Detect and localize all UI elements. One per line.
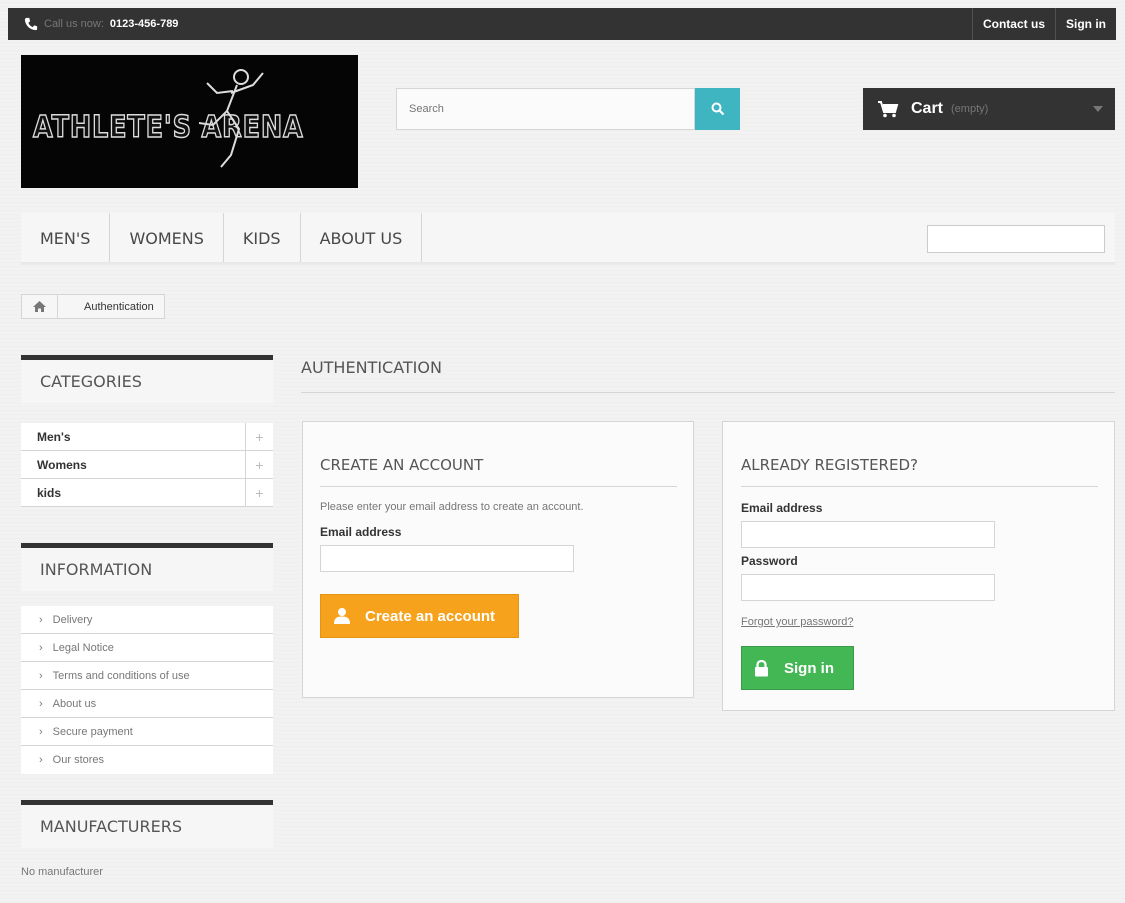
cart-status: (empty) (951, 103, 989, 115)
menu-item-womens[interactable]: WOMENS (110, 213, 224, 262)
manufacturers-title: MANUFACTURERS (21, 800, 273, 848)
sign-in-button-label: Sign in (784, 659, 834, 677)
manufacturers-block: MANUFACTURERS (21, 800, 273, 848)
create-account-button-label: Create an account (365, 607, 496, 625)
create-account-button[interactable]: Create an account (320, 594, 519, 638)
menu-item-about-us[interactable]: ABOUT US (301, 213, 423, 262)
info-link-our-stores[interactable]: › Our stores (21, 746, 273, 774)
chevron-right-icon: › (39, 641, 43, 654)
forgot-password-link[interactable]: Forgot your password? (741, 616, 854, 628)
cart-icon (878, 101, 899, 118)
search-input[interactable] (396, 88, 695, 130)
search-bar (396, 88, 740, 130)
password-label: Password (741, 554, 798, 568)
site-logo[interactable]: ATHLETE'S ARENA (21, 55, 358, 188)
chevron-down-icon (1093, 106, 1103, 112)
chevron-right-icon: › (39, 754, 43, 766)
menu-item-mens[interactable]: MEN'S (21, 213, 111, 262)
password-field[interactable] (741, 574, 995, 601)
information-list: › Delivery › Legal Notice › Terms and condi… (21, 606, 273, 774)
categories-block: CATEGORIES Men's + Womens + kids + (21, 355, 273, 507)
top-bar: Call us now: 0123-456-789 Contact us Sig… (8, 8, 1116, 40)
top-links: Contact us Sign in (971, 8, 1116, 40)
categories-title: CATEGORIES (21, 355, 273, 403)
category-item[interactable]: Men's + (21, 422, 273, 451)
create-account-form: CREATE AN ACCOUNT Please enter your emai… (302, 421, 694, 698)
chevron-right-icon: › (39, 697, 43, 710)
contact-us-link[interactable]: Contact us (971, 8, 1055, 40)
runner-silhouette-icon (198, 69, 264, 168)
info-link-about-us[interactable]: › About us (21, 690, 273, 718)
phone-icon (24, 17, 38, 31)
login-title: ALREADY REGISTERED? (741, 456, 1098, 487)
create-account-description: Please enter your email address to creat… (320, 501, 584, 513)
plus-icon[interactable]: + (245, 422, 273, 451)
breadcrumb: Authentication (21, 294, 165, 319)
search-button[interactable] (695, 88, 740, 130)
sign-in-link[interactable]: Sign in (1055, 8, 1116, 40)
call-us: Call us now: 0123-456-789 (24, 17, 178, 31)
info-link-secure-payment[interactable]: › Secure payment (21, 718, 273, 746)
information-block: INFORMATION › Delivery › Legal Notice › Ter… (21, 543, 273, 774)
user-icon (334, 608, 350, 624)
home-icon (33, 301, 46, 312)
info-link-terms[interactable]: › Terms and conditions of use (21, 662, 273, 690)
create-account-title: CREATE AN ACCOUNT (320, 456, 677, 487)
categories-list: Men's + Womens + kids + (21, 422, 273, 507)
search-icon (711, 102, 724, 116)
information-title: INFORMATION (21, 543, 273, 591)
login-email-field[interactable] (741, 521, 995, 548)
login-email-label: Email address (741, 501, 823, 515)
category-item[interactable]: kids + (21, 478, 273, 507)
create-email-label: Email address (320, 525, 402, 539)
page-title: AUTHENTICATION (301, 358, 1115, 393)
login-form: ALREADY REGISTERED? Email address Passwo… (722, 421, 1115, 711)
cart-button[interactable]: Cart (empty) (863, 88, 1115, 130)
lock-icon (755, 659, 768, 676)
plus-icon[interactable]: + (245, 478, 273, 507)
no-manufacturer-text: No manufacturer (21, 866, 103, 878)
menu-item-kids[interactable]: KIDS (224, 213, 301, 262)
call-label: Call us now: (44, 18, 104, 30)
category-item[interactable]: Womens + (21, 450, 273, 479)
create-email-field[interactable] (320, 545, 574, 572)
breadcrumb-current: Authentication (84, 300, 154, 313)
info-link-delivery[interactable]: › Delivery (21, 606, 273, 634)
breadcrumb-home[interactable] (22, 295, 58, 318)
chevron-right-icon: › (39, 613, 43, 626)
sign-in-button[interactable]: Sign in (741, 646, 854, 690)
chevron-right-icon: › (39, 669, 43, 682)
cart-label: Cart (911, 100, 944, 117)
phone-number: 0123-456-789 (109, 18, 179, 30)
chevron-right-icon: › (39, 725, 43, 738)
info-link-legal-notice[interactable]: › Legal Notice (21, 634, 273, 662)
main-menu: MEN'S WOMENS KIDS ABOUT US (21, 213, 1115, 265)
menu-search-input[interactable] (927, 225, 1105, 253)
plus-icon[interactable]: + (245, 450, 273, 479)
